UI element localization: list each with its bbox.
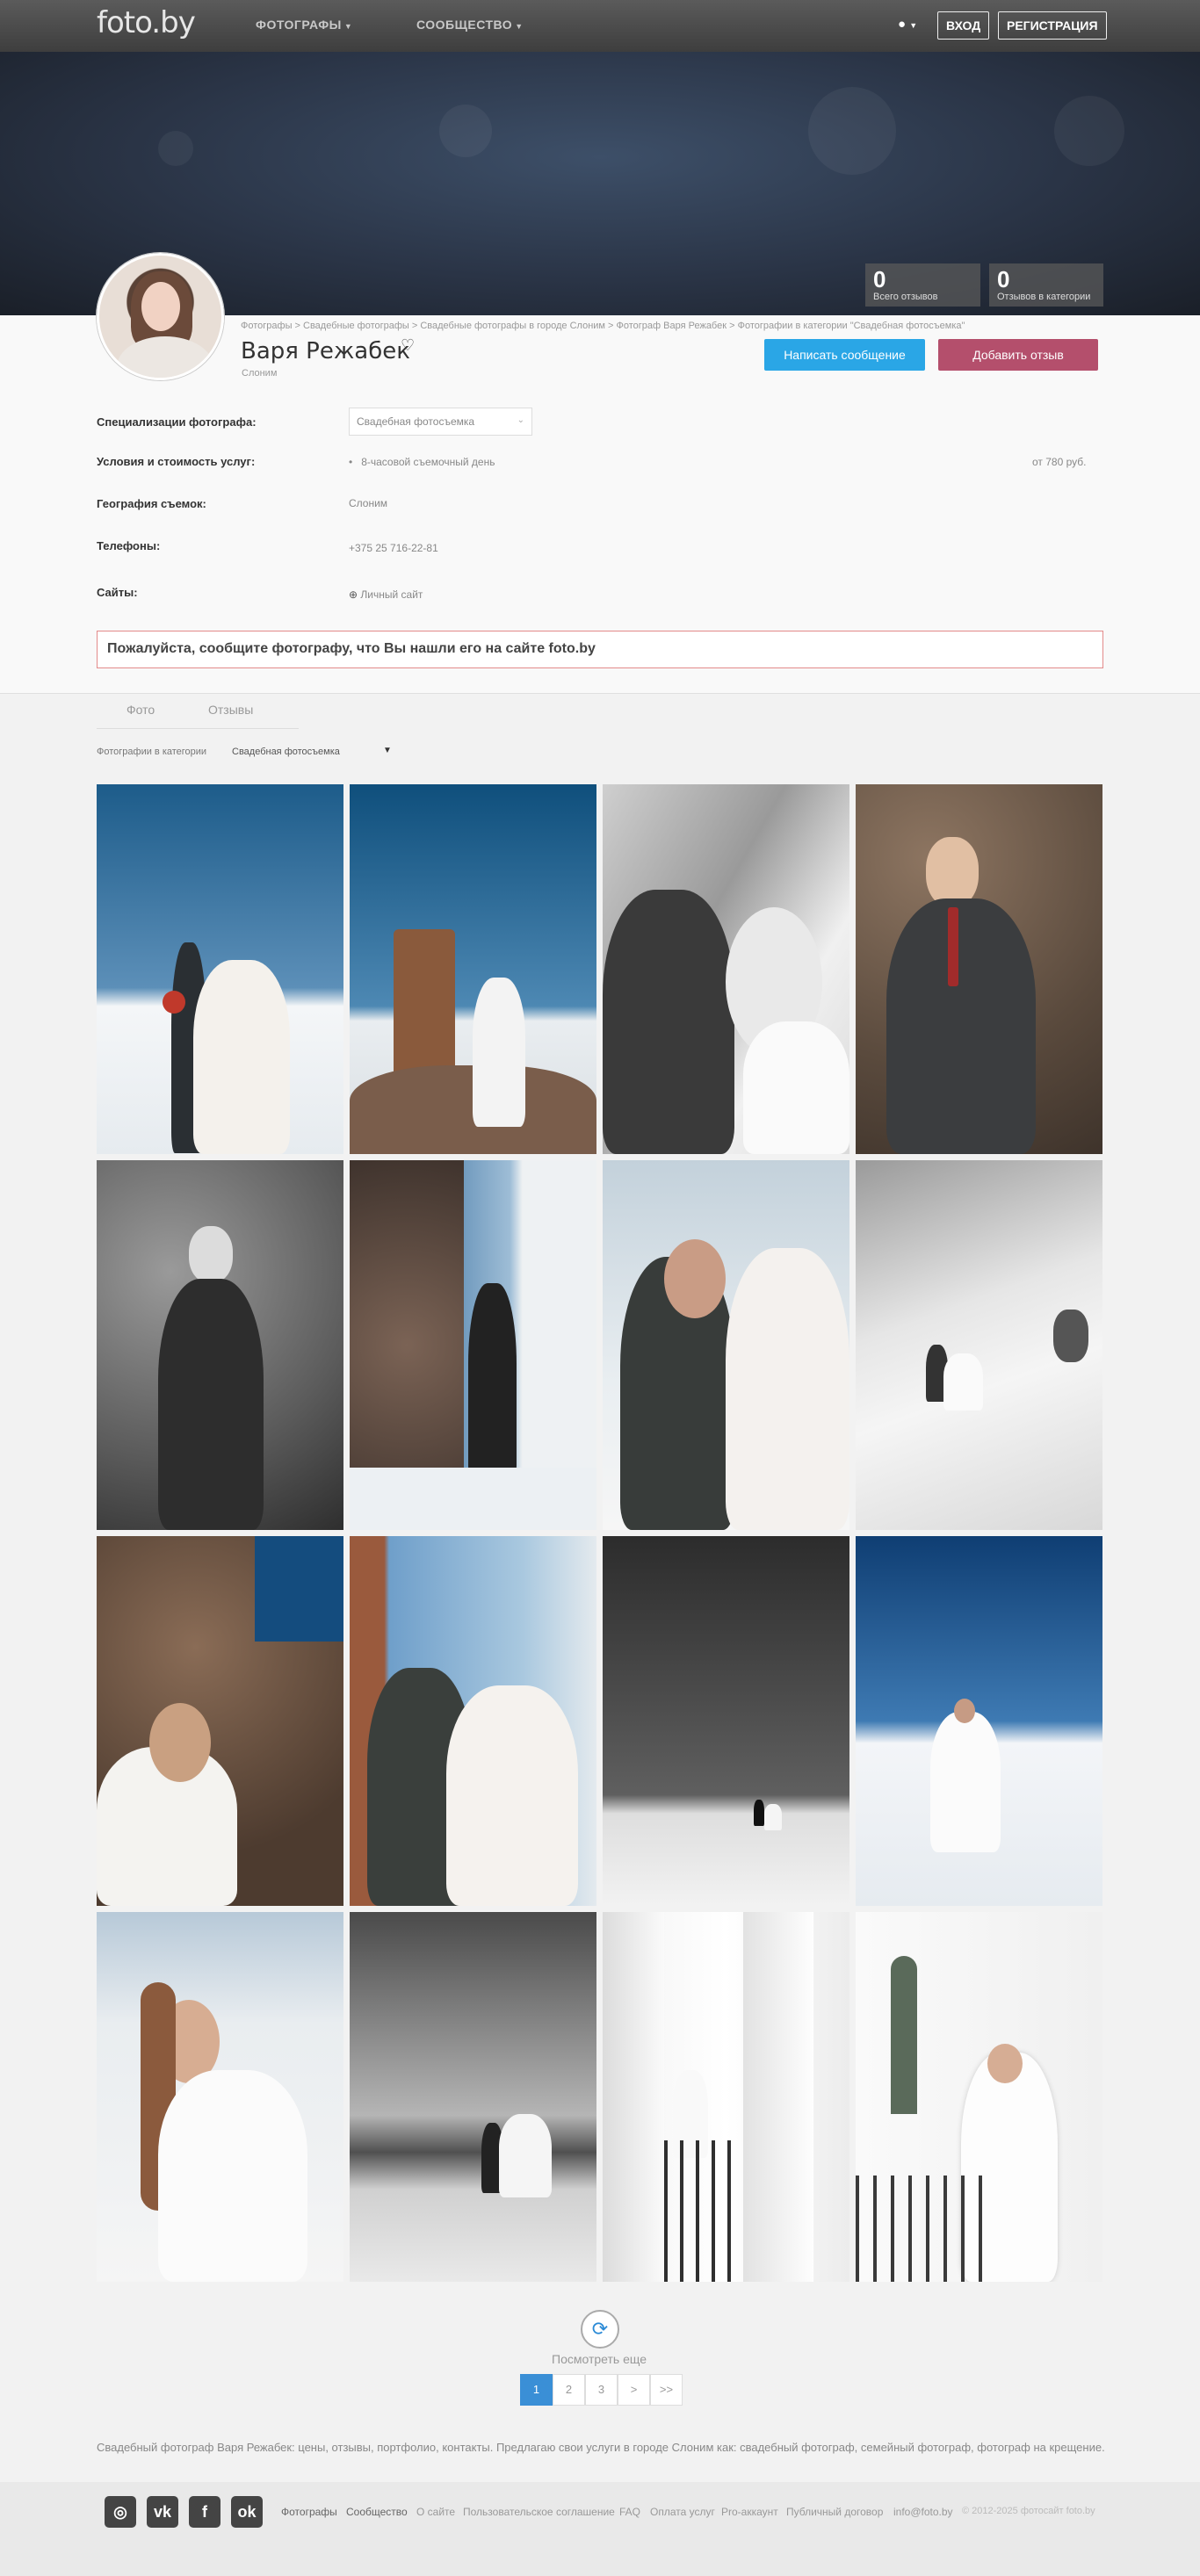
terms-item: • 8-часовой съемочный день bbox=[349, 456, 495, 468]
stat-category-label: Отзывов в категории bbox=[997, 292, 1091, 302]
personal-site-link[interactable]: ⊕ Личный сайт bbox=[349, 588, 423, 601]
add-review-button[interactable]: Добавить отзыв bbox=[938, 339, 1098, 371]
terms-price: от 780 руб. bbox=[1032, 456, 1087, 468]
photo-tile[interactable] bbox=[97, 1536, 343, 1906]
login-button[interactable]: ВХОД bbox=[937, 11, 990, 40]
stat-total-reviews: 0 Всего отзывов bbox=[865, 263, 980, 307]
photo-tile[interactable] bbox=[97, 1912, 343, 2282]
footer-link-photographers[interactable]: Фотографы bbox=[281, 2506, 337, 2518]
photographer-city: Слоним bbox=[242, 368, 278, 379]
site-logo[interactable]: foto.by bbox=[97, 5, 196, 40]
chevron-down-icon: ⌄ bbox=[517, 415, 524, 425]
photo-tile[interactable] bbox=[97, 1160, 343, 1530]
avatar bbox=[97, 253, 224, 380]
seo-footnote: Свадебный фотограф Варя Режабек: цены, о… bbox=[97, 2441, 1105, 2454]
odnoklassniki-icon[interactable]: ok bbox=[231, 2496, 263, 2528]
globe-icon: ⊕ bbox=[349, 588, 358, 601]
footer-link-contract[interactable]: Публичный договор bbox=[786, 2506, 883, 2518]
footer-link-about[interactable]: О сайте bbox=[416, 2506, 455, 2518]
register-button[interactable]: РЕГИСТРАЦИЯ bbox=[998, 11, 1107, 40]
breadcrumb[interactable]: Фотографы > Свадебные фотографы > Свадеб… bbox=[241, 321, 965, 331]
page-3[interactable]: 3 bbox=[585, 2374, 618, 2406]
category-filter-select[interactable]: Свадебная фотосъемка bbox=[232, 747, 340, 757]
photo-tile[interactable] bbox=[856, 1536, 1102, 1906]
photo-tile[interactable] bbox=[97, 784, 343, 1154]
nav-community[interactable]: СООБЩЕСТВО ▼ bbox=[416, 18, 524, 32]
photo-grid bbox=[97, 784, 1103, 2282]
tab-reviews[interactable]: Отзывы bbox=[208, 703, 253, 717]
tabs-underline bbox=[97, 728, 299, 729]
nav-community-label: СООБЩЕСТВО bbox=[416, 18, 513, 32]
terms-label: Условия и стоимость услуг: bbox=[97, 455, 256, 468]
write-message-button[interactable]: Написать сообщение bbox=[764, 339, 925, 371]
photo-tile[interactable] bbox=[350, 1536, 596, 1906]
photo-tile[interactable] bbox=[856, 1912, 1102, 2282]
photo-tile[interactable] bbox=[856, 1160, 1102, 1530]
photo-tile[interactable] bbox=[603, 1912, 849, 2282]
footer bbox=[0, 2482, 1200, 2576]
page-1[interactable]: 1 bbox=[520, 2374, 553, 2406]
filter-label: Фотографии в категории bbox=[97, 747, 207, 757]
spec-label: Специализации фотографа: bbox=[97, 415, 257, 429]
photographer-name: Варя Режабек bbox=[241, 338, 410, 364]
photo-tile[interactable] bbox=[603, 1160, 849, 1530]
refresh-icon[interactable]: ⟳ bbox=[581, 2310, 619, 2349]
footer-link-terms[interactable]: Пользовательское соглашение bbox=[463, 2506, 615, 2518]
caret-down-icon[interactable]: ▼ bbox=[383, 746, 392, 755]
facebook-icon[interactable]: f bbox=[189, 2496, 220, 2528]
photo-tile[interactable] bbox=[603, 1536, 849, 1906]
load-more-button[interactable]: Посмотреть еще bbox=[552, 2352, 647, 2366]
language-globe-icon[interactable]: ● ▼ bbox=[898, 17, 917, 32]
sites-label: Сайты: bbox=[97, 586, 138, 599]
chevron-down-icon: ▼ bbox=[343, 22, 353, 31]
photo-tile[interactable] bbox=[856, 784, 1102, 1154]
notice-banner: Пожалуйста, сообщите фотографу, что Вы н… bbox=[97, 631, 1103, 668]
photo-tile[interactable] bbox=[350, 784, 596, 1154]
geo-label: География съемок: bbox=[97, 497, 206, 510]
geo-value: Слоним bbox=[349, 497, 388, 509]
chevron-down-icon: ▼ bbox=[515, 22, 524, 31]
photo-tile[interactable] bbox=[350, 1160, 596, 1530]
photo-tile[interactable] bbox=[603, 784, 849, 1154]
personal-site-label: Личный сайт bbox=[360, 588, 423, 601]
instagram-icon[interactable]: ◎ bbox=[105, 2496, 136, 2528]
footer-link-faq[interactable]: FAQ bbox=[619, 2506, 640, 2518]
specialization-value: Свадебная фотосъемка bbox=[357, 415, 475, 428]
page-2[interactable]: 2 bbox=[553, 2374, 585, 2406]
tab-photos[interactable]: Фото bbox=[127, 703, 155, 717]
divider bbox=[0, 693, 1200, 694]
nav-photographers-label: ФОТОГРАФЫ bbox=[256, 18, 342, 32]
footer-link-community[interactable]: Сообщество bbox=[346, 2506, 408, 2518]
page-last[interactable]: >> bbox=[650, 2374, 683, 2406]
specialization-select[interactable]: Свадебная фотосъемка ⌄ bbox=[349, 408, 532, 436]
phones-label: Телефоны: bbox=[97, 539, 161, 552]
stat-total-label: Всего отзывов bbox=[873, 292, 938, 302]
footer-link-payment[interactable]: Оплата услуг bbox=[650, 2506, 715, 2518]
footer-link-email[interactable]: info@foto.by bbox=[893, 2506, 953, 2518]
phone-value[interactable]: +375 25 716-22-81 bbox=[349, 542, 438, 554]
page-next[interactable]: > bbox=[618, 2374, 650, 2406]
footer-link-pro[interactable]: Pro-аккаунт bbox=[721, 2506, 778, 2518]
vk-icon[interactable]: vk bbox=[147, 2496, 178, 2528]
stat-category-reviews: 0 Отзывов в категории bbox=[989, 263, 1103, 307]
heart-icon[interactable]: ♡ bbox=[401, 336, 415, 355]
footer-copyright: © 2012-2025 фотосайт foto.by bbox=[962, 2506, 1095, 2516]
stat-total-value: 0 bbox=[873, 266, 886, 292]
stat-category-value: 0 bbox=[997, 266, 1010, 292]
photo-tile[interactable] bbox=[350, 1912, 596, 2282]
nav-photographers[interactable]: ФОТОГРАФЫ ▼ bbox=[256, 18, 352, 32]
